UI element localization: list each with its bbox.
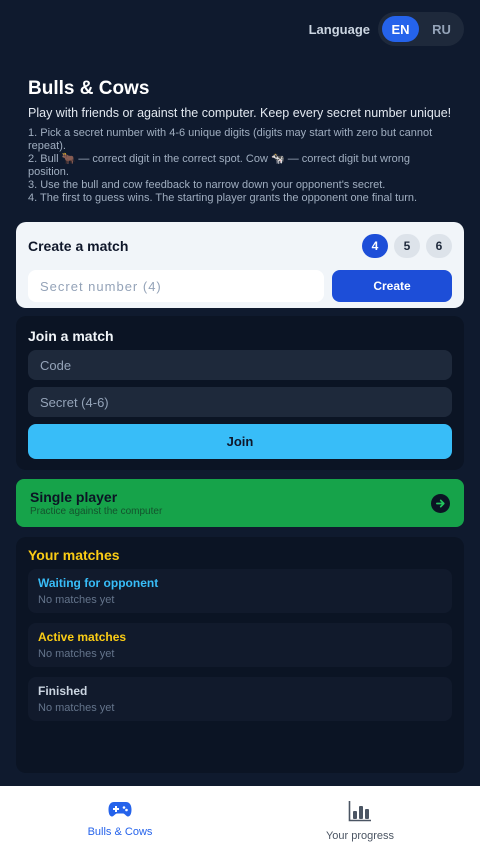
nav-item-your-progress[interactable]: Your progress: [240, 786, 480, 844]
your-matches-title: Your matches: [28, 547, 120, 563]
rule-item: 1. Pick a secret number with 4-6 unique …: [28, 127, 433, 152]
page-title: Bulls & Cows: [28, 78, 150, 99]
create-match-title: Create a match: [28, 238, 129, 254]
single-player-title: Single player: [30, 489, 118, 505]
rule-item: 3. Use the bull and cow feedback to narr…: [28, 179, 386, 191]
rule-item: 4. The first to guess wins. The starting…: [28, 192, 418, 204]
language-label: Language: [308, 21, 370, 37]
rules-list: 1. Pick a secret number with 4-6 unique …: [28, 127, 452, 205]
single-player-card[interactable]: Single player Practice against the compu…: [16, 479, 464, 527]
match-group-title: Active matches: [38, 630, 127, 644]
rule-item: 2. Bull 🐂 — correct digit in the correct…: [28, 153, 410, 178]
join-match-title: Join a match: [28, 328, 114, 344]
bottom-nav: Bulls & Cows Your progress: [0, 786, 480, 844]
arrow-right-icon[interactable]: [431, 493, 450, 513]
single-player-subtitle: Practice against the computer: [30, 506, 163, 517]
digit-option-6[interactable]: 6: [426, 234, 452, 258]
bar-chart-icon: [348, 800, 372, 827]
page-subtitle: Play with friends or against the compute…: [28, 106, 452, 120]
join-button[interactable]: Join: [28, 424, 452, 459]
nav-label: Your progress: [325, 830, 395, 842]
match-group-finished: Finished No matches yet: [28, 677, 452, 721]
match-group-empty: No matches yet: [38, 648, 115, 660]
nav-item-bulls-cows[interactable]: Bulls & Cows: [0, 786, 240, 844]
single-player-text: Single player Practice against the compu…: [30, 489, 162, 517]
match-group-title: Finished: [38, 684, 88, 698]
gamepad-icon: [108, 800, 132, 823]
match-group-empty: No matches yet: [38, 594, 115, 606]
match-group-active: Active matches No matches yet: [28, 623, 452, 667]
match-group-waiting: Waiting for opponent No matches yet: [28, 569, 452, 613]
language-ru-button[interactable]: RU: [423, 16, 460, 42]
intro-section: Bulls & Cows Play with friends or agains…: [28, 78, 452, 205]
digit-count-selector: 4 5 6: [362, 234, 452, 258]
match-code-input[interactable]: [28, 350, 452, 380]
digit-option-5[interactable]: 5: [394, 234, 420, 258]
language-switcher: Language EN RU: [309, 12, 464, 46]
language-en-button[interactable]: EN: [382, 16, 419, 42]
match-group-empty: No matches yet: [38, 702, 115, 714]
digit-option-4[interactable]: 4: [362, 234, 388, 258]
join-match-card: Join a match Join: [16, 316, 464, 470]
your-matches-card: Your matches Waiting for opponent No mat…: [16, 537, 464, 773]
secret-number-input[interactable]: [28, 270, 324, 302]
create-button[interactable]: Create: [332, 270, 452, 302]
create-match-card: Create a match 4 5 6 Create: [16, 222, 464, 308]
nav-label: Bulls & Cows: [87, 826, 153, 838]
join-secret-input[interactable]: [28, 387, 452, 417]
language-toggle: EN RU: [378, 12, 464, 46]
match-group-title: Waiting for opponent: [38, 576, 159, 590]
